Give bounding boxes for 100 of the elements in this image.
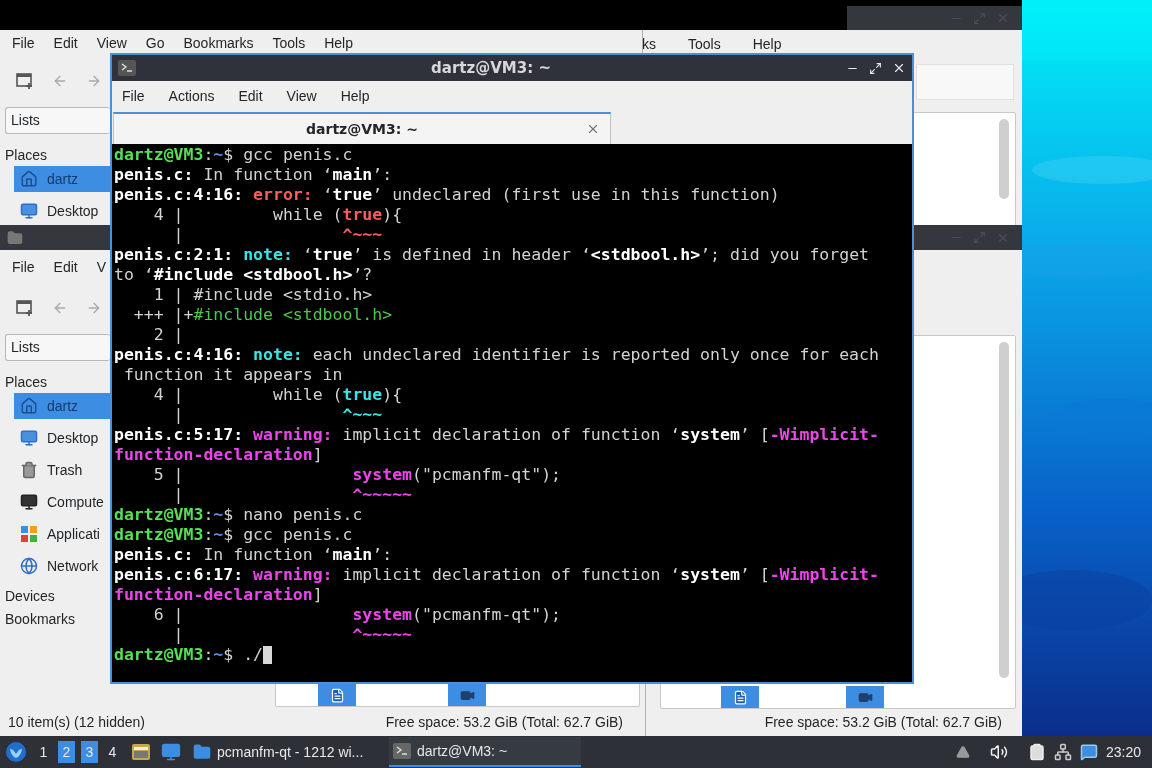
terminal-line: 5 | system("pcmanfm-qt"); — [152, 465, 562, 485]
lists-dropdown[interactable]: Lists — [5, 107, 110, 134]
workspace-button[interactable]: 4 — [104, 741, 121, 763]
document-icon — [732, 689, 748, 705]
terminal-line: 4 | while (true){ — [152, 205, 403, 225]
sidebar-item[interactable]: Desktop — [14, 425, 110, 451]
terminal-line: dartz@VM3:~$ nano penis.c — [114, 505, 363, 525]
terminal-line: +++ |+#include <stdbool.h> — [132, 305, 393, 325]
menu-item[interactable]: View — [286, 85, 317, 107]
menu-item[interactable]: Tools — [272, 33, 306, 55]
globe-icon — [20, 557, 38, 575]
menu-item[interactable]: V — [96, 256, 107, 278]
maximize-icon[interactable] — [869, 61, 882, 75]
trash-icon — [20, 461, 38, 479]
file-manager-icon[interactable] — [131, 742, 151, 762]
terminal-line: | ^~~~~~ — [172, 485, 413, 505]
show-desktop-icon[interactable] — [161, 742, 181, 762]
tray-expand-icon[interactable] — [955, 745, 970, 759]
file-item[interactable] — [448, 684, 486, 706]
terminal-line: function-declaration] — [114, 445, 323, 465]
window-title: dartz@VM3: ~ — [430, 57, 552, 79]
menu-item[interactable]: Bookmarks — [183, 33, 254, 55]
menu-item[interactable]: Help — [752, 33, 782, 55]
menu-item[interactable]: Help — [324, 33, 353, 55]
workspace-button[interactable]: 1 — [35, 741, 52, 763]
section-heading: Bookmarks — [5, 610, 76, 629]
terminal-line: penis.c:4:16: note: each undeclared identifier is reported only once for each — [114, 345, 879, 365]
terminal-line: penis.c:6:17: warning: implicit declaration of function ‘system’ [-Wimplicit- — [114, 565, 879, 585]
section-heading: Places — [5, 145, 48, 165]
volume-icon[interactable] — [989, 743, 1008, 761]
clipboard-icon[interactable] — [1027, 743, 1046, 761]
terminal-line: penis.c:5:17: warning: implicit declaration of function ‘system’ [-Wimplicit- — [114, 425, 879, 445]
sidebar-item[interactable]: Desktop — [14, 198, 110, 224]
section-heading: Places — [5, 372, 48, 392]
home-icon — [20, 170, 38, 188]
folder-icon — [7, 229, 23, 246]
menu-item[interactable]: Go — [145, 33, 165, 55]
terminal-line: to ‘#include <stdbool.h>’? — [114, 265, 373, 285]
menu-item[interactable]: View — [96, 33, 127, 55]
new-window-icon[interactable] — [16, 299, 34, 317]
menu-item[interactable]: Edit — [53, 256, 78, 278]
terminal-icon — [393, 743, 411, 759]
close-icon[interactable] — [892, 61, 906, 75]
monitor-icon — [20, 429, 38, 447]
menu-item[interactable]: Actions — [168, 85, 215, 107]
terminal-line: 1 | #include <stdio.h> — [152, 285, 373, 305]
terminal-line: 4 | while (true){ — [152, 385, 403, 405]
terminal-line: 2 | — [152, 325, 184, 345]
clock[interactable]: 23:20 — [1105, 741, 1141, 763]
folder-icon — [193, 743, 211, 761]
network-icon[interactable] — [1053, 743, 1072, 761]
terminal-line: penis.c:4:16: error: ‘true’ undeclared (first use in this function) — [114, 185, 780, 205]
menu-item[interactable]: Help — [340, 85, 370, 107]
document-icon — [329, 687, 345, 703]
start-menu-icon[interactable] — [5, 741, 27, 763]
terminal-line: dartz@VM3:~$ gcc penis.c — [114, 525, 353, 545]
status-text: 10 item(s) (12 hidden) — [8, 713, 145, 732]
terminal-line: | ^~~~~~ — [172, 625, 413, 645]
file-item[interactable] — [846, 686, 884, 708]
file-item[interactable] — [721, 686, 759, 708]
monitor-icon — [20, 202, 38, 220]
menu-item[interactable]: Edit — [238, 85, 263, 107]
terminal-line: dartz@VM3:~$ gcc penis.c — [114, 145, 353, 165]
sidebar-item[interactable]: Network — [14, 553, 110, 579]
notification-icon[interactable] — [1079, 743, 1098, 761]
menu-item[interactable]: File — [122, 85, 145, 107]
taskbar-task[interactable]: pcmanfm-qt - 1212 wi... — [189, 737, 381, 767]
lists-dropdown[interactable]: Lists — [5, 334, 110, 361]
new-window-icon[interactable] — [16, 72, 34, 91]
taskbar-task[interactable]: dartz@VM3: ~ — [389, 737, 581, 767]
terminal-line: penis.c: In function ‘main’: — [114, 545, 393, 565]
scrollbar[interactable] — [999, 342, 1009, 678]
terminal-line: penis.c:2:1: note: ‘true’ is defined in header ‘<stdbool.h>’; did you forget — [114, 245, 870, 265]
menu-item[interactable]: Tools — [688, 33, 721, 55]
terminal-line: function it appears in — [122, 365, 343, 385]
back-icon[interactable] — [52, 300, 68, 316]
terminal-output[interactable] — [112, 144, 912, 682]
menu-item[interactable]: Edit — [53, 33, 78, 55]
monitor-icon — [20, 493, 38, 511]
forward-icon[interactable] — [86, 300, 102, 316]
terminal-line: | ^~~~ — [172, 225, 383, 245]
menu-item[interactable]: File — [12, 33, 35, 55]
terminal-line: penis.c: In function ‘main’: — [114, 165, 393, 185]
terminal-icon — [118, 60, 136, 76]
menu-item[interactable]: File — [12, 256, 35, 278]
terminal-line: function-declaration] — [114, 585, 323, 605]
terminal-tab[interactable]: dartz@VM3: ~ — [113, 112, 611, 144]
sidebar-item[interactable]: Trash — [14, 457, 110, 483]
sidebar-item[interactable]: Applicati — [14, 521, 110, 547]
file-item[interactable] — [318, 684, 356, 706]
sidebar-item[interactable]: Compute — [14, 489, 110, 515]
scrollbar[interactable] — [999, 119, 1009, 199]
menu-item[interactable]: ks — [642, 33, 656, 55]
terminal-line: | ^~~~ — [172, 405, 383, 425]
apps-icon — [20, 525, 38, 543]
home-icon — [20, 397, 38, 415]
section-heading: Devices — [5, 587, 55, 606]
terminal-line: dartz@VM3:~$ ./ — [114, 645, 264, 665]
status-text: Free space: 53.2 GiB (Total: 62.7 GiB) — [385, 713, 623, 732]
title-bar[interactable]: dartz@VM3: ~ — [112, 55, 912, 81]
